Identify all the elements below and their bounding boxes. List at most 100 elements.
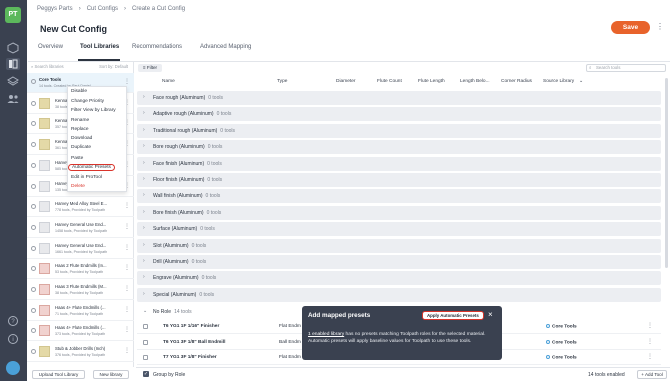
column-header[interactable]: Diameter xyxy=(336,79,355,84)
more-options-icon[interactable]: ⋮ xyxy=(124,202,130,209)
users-icon[interactable] xyxy=(6,93,20,105)
more-options-icon[interactable]: ⋮ xyxy=(124,306,130,313)
more-options-icon[interactable]: ⋮ xyxy=(124,285,130,292)
chevron-right-icon[interactable]: › xyxy=(143,242,145,248)
library-enable-radio[interactable] xyxy=(31,79,36,84)
library-enable-radio[interactable] xyxy=(31,162,36,168)
chevron-right-icon[interactable]: › xyxy=(143,110,145,116)
role-group[interactable]: › Traditional rough (Aluminum) 0 tools xyxy=(137,123,661,138)
column-header[interactable]: Source Library xyxy=(543,79,574,84)
chevron-right-icon[interactable]: › xyxy=(143,225,145,231)
chevron-right-icon[interactable]: › xyxy=(143,258,145,264)
chevron-right-icon[interactable]: › xyxy=(143,143,145,149)
library-enable-radio[interactable] xyxy=(31,349,36,355)
cube-icon[interactable] xyxy=(6,42,20,54)
chevron-right-icon[interactable]: › xyxy=(143,160,145,166)
chevron-up-icon[interactable]: ⌄ xyxy=(143,308,147,314)
tab-advanced-mapping[interactable]: Advanced Mapping xyxy=(200,44,251,50)
library-enable-radio[interactable] xyxy=(31,100,36,106)
menu-item-disable[interactable]: Disable xyxy=(71,89,87,94)
more-options-icon[interactable]: ⋮ xyxy=(124,244,130,251)
more-options-icon[interactable]: ⋮ xyxy=(124,78,130,85)
library-enable-radio[interactable] xyxy=(31,142,36,148)
breadcrumb-item[interactable]: Cut Configs xyxy=(87,6,118,12)
library-enable-radio[interactable] xyxy=(31,245,36,251)
menu-item-delete[interactable]: Delete xyxy=(71,184,85,189)
library-enable-radio[interactable] xyxy=(31,183,36,189)
chevron-right-icon[interactable]: › xyxy=(143,209,145,215)
breadcrumb-item[interactable]: Peggys Parts xyxy=(37,6,73,12)
role-group[interactable]: › Bore rough (Aluminum) 0 tools xyxy=(137,140,661,155)
library-item[interactable]: Haas 4+ Flute Endmills (... 71 tools, Pro… xyxy=(27,301,134,321)
library-enable-radio[interactable] xyxy=(31,307,36,313)
library-enable-radio[interactable] xyxy=(31,287,36,292)
library-enable-radio[interactable] xyxy=(31,328,36,334)
tab-tool-libraries[interactable]: Tool Libraries xyxy=(80,44,119,50)
role-group[interactable]: › Face rough (Aluminum) 0 tools xyxy=(137,91,661,105)
role-group[interactable]: › Adaptive rough (Aluminum) 0 tools xyxy=(137,107,661,122)
library-item[interactable]: Stub & Jobber Drills (Inch) 376 tools, Pr… xyxy=(27,342,134,363)
upload-tool-library-button[interactable]: Upload Tool Library xyxy=(32,370,85,379)
more-options-icon[interactable]: ⋮ xyxy=(647,338,653,345)
library-enable-radio[interactable] xyxy=(31,224,36,230)
column-header[interactable]: Corner Radius xyxy=(501,79,532,84)
menu-item-download[interactable]: Download xyxy=(71,136,92,141)
enabled-library-link[interactable]: 1 enabled library xyxy=(308,332,344,337)
library-enable-radio[interactable] xyxy=(31,121,36,127)
library-enable-radio[interactable] xyxy=(31,204,36,210)
column-header[interactable]: Flute Count xyxy=(377,79,402,84)
more-options-icon[interactable]: ⋮ xyxy=(124,223,130,230)
role-group[interactable]: › Drill (Aluminum) 0 tools xyxy=(137,255,661,269)
menu-item-duplicate[interactable]: Duplicate xyxy=(71,145,91,150)
filter-button[interactable]: ≡ Filter xyxy=(138,64,162,72)
library-icon[interactable] xyxy=(6,58,20,70)
sort-dropdown[interactable]: Sort by: Default xyxy=(99,64,128,69)
chevron-right-icon[interactable]: › xyxy=(143,176,145,182)
library-item[interactable]: Haas 2 Flute Endmills (In... 53 tools, Pr… xyxy=(27,259,134,280)
role-group[interactable]: › Special (Aluminum) 0 tools xyxy=(137,287,661,302)
role-group[interactable]: › Floor finish (Aluminum) 0 tools xyxy=(137,173,661,187)
tool-checkbox[interactable] xyxy=(143,339,148,345)
group-by-role-checkbox[interactable]: ✓ xyxy=(143,371,149,377)
role-group[interactable]: › Wall finish (Aluminum) 0 tools xyxy=(137,189,661,204)
tool-checkbox[interactable] xyxy=(143,324,148,329)
library-enable-radio[interactable] xyxy=(31,266,36,272)
menu-item-filter-view[interactable]: Filter View by Library xyxy=(71,108,116,113)
column-header[interactable]: Type xyxy=(277,79,287,84)
layers-icon[interactable] xyxy=(6,75,20,87)
chevron-right-icon[interactable]: › xyxy=(143,274,145,280)
library-item[interactable]: Harvey General Use End... 1458 tools, Pro… xyxy=(27,218,134,238)
more-options-icon[interactable]: ⋮ xyxy=(124,264,130,271)
library-item[interactable]: Haas 4+ Flute Endmills (... 373 tools, Pr… xyxy=(27,321,134,342)
help-icon[interactable]: ? xyxy=(6,315,20,327)
save-button[interactable]: Save xyxy=(611,21,650,34)
library-item[interactable]: Harvey Med Alloy Steel E... 778 tools, Pr… xyxy=(27,197,134,218)
app-logo[interactable]: PT xyxy=(5,7,21,23)
library-search-input[interactable]: ⌕ Search libraries Sort by: Default xyxy=(31,64,130,72)
library-item[interactable]: Harvey General Use End... 1661 tools, Pro… xyxy=(27,239,134,259)
info-icon[interactable]: i xyxy=(6,333,20,345)
role-group[interactable]: › Bore finish (Aluminum) 0 tools xyxy=(137,205,661,220)
tool-checkbox[interactable] xyxy=(143,355,148,360)
chevron-right-icon[interactable]: › xyxy=(143,127,145,133)
menu-item-edit-in-protool[interactable]: Edit in ProTool xyxy=(71,175,102,180)
column-header[interactable]: Flute Length xyxy=(418,79,445,84)
apply-automatic-presets-button[interactable]: Apply Automatic Presets xyxy=(422,311,484,320)
tool-search-input[interactable]: ⌕ Search tools xyxy=(586,64,666,72)
chevron-right-icon[interactable]: › xyxy=(143,192,145,198)
role-group[interactable]: › Slot (Aluminum) 0 tools xyxy=(137,238,661,253)
add-tool-button[interactable]: + Add Tool xyxy=(637,370,667,379)
menu-item-rename[interactable]: Rename xyxy=(71,118,89,123)
chevron-right-icon[interactable]: › xyxy=(143,94,145,100)
more-options-icon[interactable]: ⋮ xyxy=(647,322,653,329)
more-options-icon[interactable]: ⋮ xyxy=(124,347,130,354)
role-group[interactable]: › Engrave (Aluminum) 0 tools xyxy=(137,271,661,286)
library-item[interactable]: Haas 3 Flute Endmills (M... 38 tools, Pro… xyxy=(27,280,134,300)
close-icon[interactable]: × xyxy=(488,310,493,319)
column-header[interactable]: Length Belo... xyxy=(460,79,490,84)
column-header[interactable]: Name xyxy=(162,79,175,84)
more-options-icon[interactable]: ⋮ xyxy=(656,22,664,31)
role-group[interactable]: › Surface (Aluminum) 0 tools xyxy=(137,222,661,237)
user-avatar[interactable] xyxy=(6,361,20,375)
tab-recommendations[interactable]: Recommendations xyxy=(132,44,182,50)
